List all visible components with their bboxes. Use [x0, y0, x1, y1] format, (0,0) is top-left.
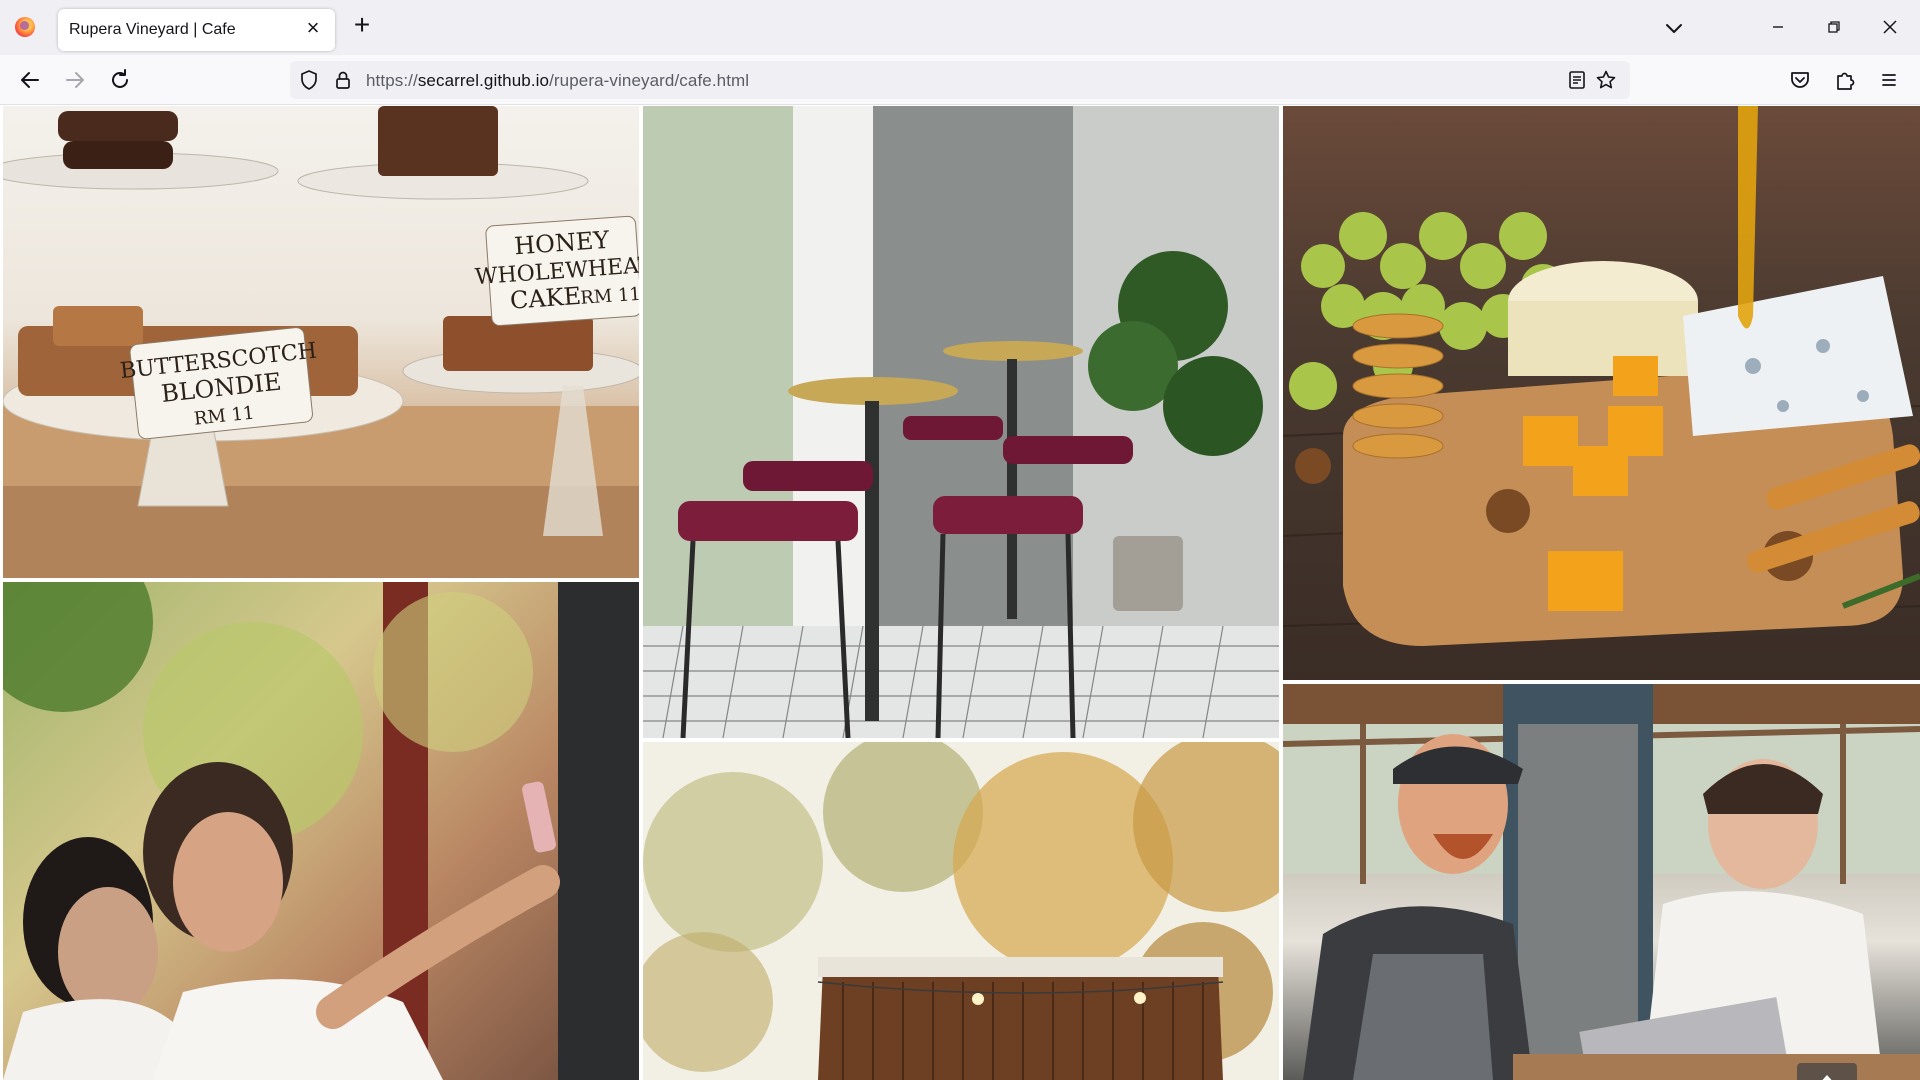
back-arrow-icon[interactable] [14, 64, 46, 96]
navigation-bar: https://secarrel.github.io/rupera-vineya… [0, 55, 1920, 105]
forward-arrow-icon[interactable] [59, 64, 91, 96]
url-host: secarrel.github.io [417, 71, 550, 90]
hamburger-menu-icon[interactable] [1873, 64, 1905, 96]
gallery-image-cheese-board [1283, 106, 1920, 680]
url-prefix: https:// [366, 71, 418, 90]
new-tab-button[interactable]: + [348, 11, 376, 40]
gallery-image-cakes: HONEY WHOLEWHEAT CAKE RM 11 BUTTERSCOTCH… [3, 106, 639, 578]
url-path: /rupera-vineyard/cafe.html [549, 71, 750, 90]
pocket-icon[interactable] [1784, 64, 1816, 96]
firefox-logo-icon [15, 17, 35, 37]
gallery-image-selfie [3, 582, 639, 1080]
tab-title: Rupera Vineyard | Cafe [69, 21, 236, 38]
bookmark-star-icon[interactable] [1595, 69, 1617, 91]
browser-tab[interactable]: Rupera Vineyard | Cafe × [58, 9, 335, 51]
arrow-up-icon [1822, 1075, 1832, 1080]
reader-view-icon[interactable] [1566, 69, 1588, 91]
cafe-gallery: HONEY WHOLEWHEAT CAKE RM 11 BUTTERSCOTCH… [0, 106, 1920, 1080]
gallery-image-baristas [1283, 684, 1920, 1080]
url-bar[interactable]: https://secarrel.github.io/rupera-vineya… [290, 61, 1630, 99]
gallery-image-interior [643, 106, 1279, 738]
shield-icon[interactable] [298, 69, 320, 91]
tab-list-chevron-icon[interactable] [1660, 14, 1688, 42]
restore-window-icon[interactable] [1818, 12, 1850, 42]
gallery-image-garden [643, 742, 1279, 1080]
cake-label-price: RM 11 [580, 284, 639, 309]
minimize-window-icon[interactable] [1762, 12, 1794, 42]
reload-icon[interactable] [104, 64, 136, 96]
scroll-to-top-button[interactable] [1797, 1063, 1857, 1080]
lock-icon[interactable] [332, 69, 354, 91]
cake-label-line3: CAKE [509, 282, 582, 315]
extensions-puzzle-icon[interactable] [1829, 64, 1861, 96]
close-window-icon[interactable] [1874, 12, 1906, 42]
close-tab-icon[interactable]: × [301, 17, 325, 41]
url-text[interactable]: https://secarrel.github.io/rupera-vineya… [366, 71, 749, 91]
tab-bar: Rupera Vineyard | Cafe × + [0, 0, 1920, 55]
